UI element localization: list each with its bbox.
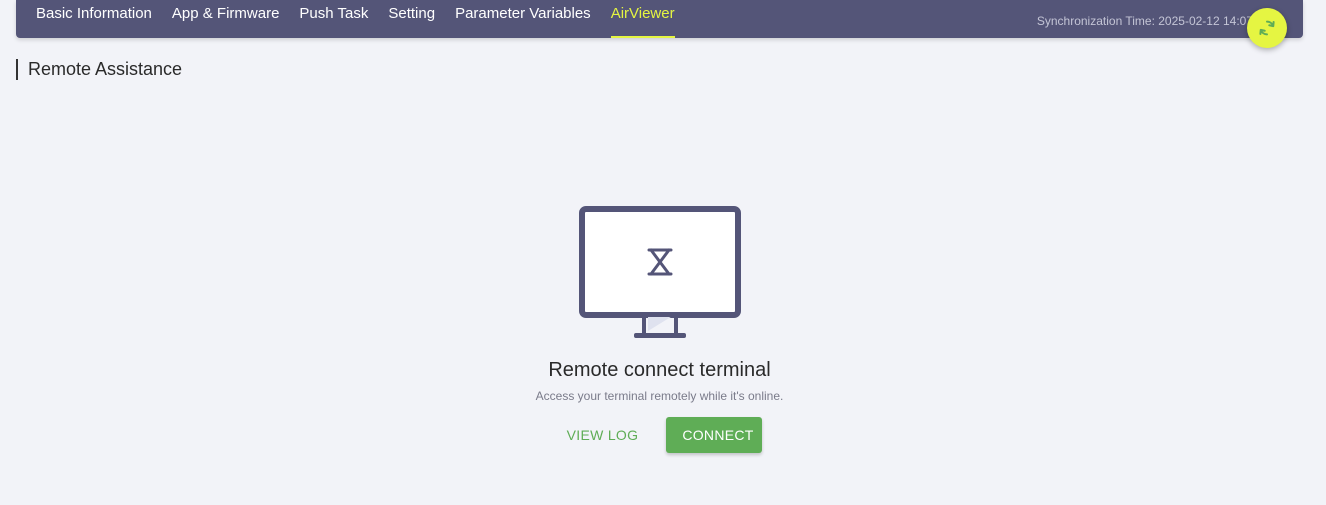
view-log-button[interactable]: VIEW LOG [557,417,667,453]
empty-state-title: Remote connect terminal [548,359,771,381]
tab-airviewer[interactable]: AirViewer [610,0,675,38]
refresh-icon [1259,20,1275,36]
empty-state-actions: VIEW LOG CONNECT [0,417,1319,453]
monitor-hourglass-icon [578,206,741,338]
section-title: Remote Assistance [16,59,182,80]
empty-state-subtitle: Access your terminal remotely while it's… [535,389,784,403]
connect-button[interactable]: CONNECT [666,417,763,453]
tab-list: Basic Information App & Firmware Push Ta… [36,0,695,38]
tab-app-firmware[interactable]: App & Firmware [172,0,280,38]
empty-state: Remote connect terminal Access your term… [0,205,1319,453]
tab-basic-information[interactable]: Basic Information [36,0,152,38]
tab-setting[interactable]: Setting [388,0,435,38]
sync-time-label: Synchronization Time: 2025-02-12 14:07 [1036,14,1253,28]
top-nav-bar: Basic Information App & Firmware Push Ta… [16,0,1303,38]
tab-push-task[interactable]: Push Task [299,0,368,38]
tab-parameter-variables[interactable]: Parameter Variables [455,0,591,38]
sync-button[interactable] [1247,8,1287,48]
